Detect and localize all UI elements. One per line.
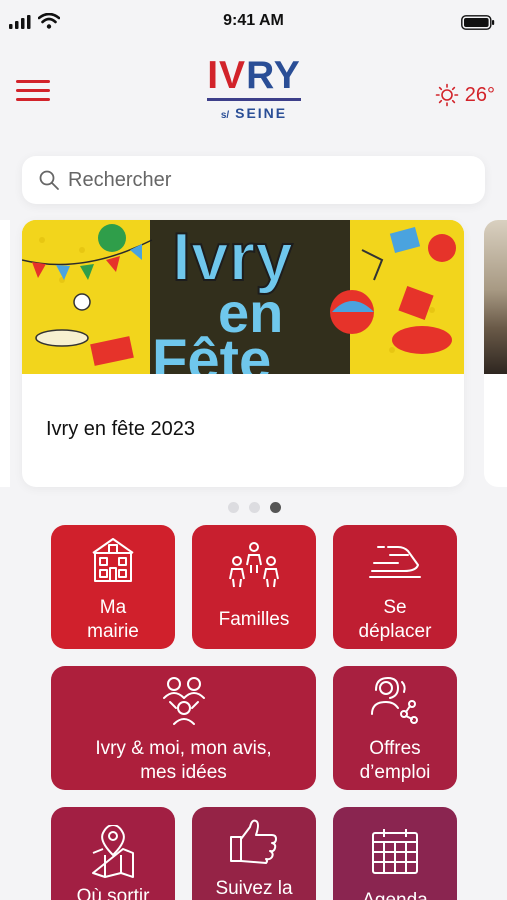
train-icon: [369, 546, 421, 578]
tile-label: Familles: [218, 609, 290, 630]
family-icon: [229, 542, 279, 588]
hamburger-menu-button[interactable]: [16, 80, 50, 106]
tile-label: Où sortir: [76, 886, 150, 900]
next-card-image: [484, 220, 507, 374]
tile-label: Offres d’emploi: [359, 738, 431, 783]
job-network-icon: [371, 676, 418, 724]
carousel-pagination: [228, 502, 281, 513]
previous-card-peek[interactable]: [0, 220, 10, 487]
search-icon: [39, 170, 59, 190]
poster-text-fete: Fête: [152, 328, 271, 374]
thumbs-up-icon: [230, 819, 277, 864]
tile-ma-mairie[interactable]: Ma mairie: [51, 525, 175, 649]
tile-ou-sortir[interactable]: Où sortir: [51, 807, 175, 900]
app-header: IVRY s/ SEINE 26°: [0, 50, 507, 140]
tile-label: Suivez la: [215, 878, 293, 899]
card-title: Ivry en fête 2023: [46, 418, 195, 440]
status-bar: 9:41 AM: [0, 0, 507, 44]
tile-offres-emploi[interactable]: Offres d’emploi: [333, 666, 457, 790]
town-hall-icon: [92, 538, 134, 582]
logo-divider: [207, 98, 301, 101]
map-pin-icon: [92, 825, 134, 878]
page-dot-1[interactable]: [228, 502, 239, 513]
tile-label: Agenda: [333, 889, 457, 900]
carousel-card[interactable]: Ivry en Fête Ivry en fête 2023: [22, 220, 464, 487]
page-dot-2[interactable]: [249, 502, 260, 513]
status-time: 9:41 AM: [223, 12, 284, 29]
hamburger-icon: [16, 80, 50, 83]
tile-familles[interactable]: Familles: [192, 525, 316, 649]
tile-ivry-et-moi[interactable]: Ivry & moi, mon avis, mes idées: [51, 666, 316, 790]
weather-widget[interactable]: 26°: [435, 83, 495, 107]
tile-label: Ivry & moi, mon avis, mes idées: [95, 738, 272, 783]
ivry-logo[interactable]: IVRY s/ SEINE: [207, 56, 301, 128]
tile-suivez-la[interactable]: Suivez la: [192, 807, 316, 900]
search-input[interactable]: [68, 168, 448, 192]
community-icon: [162, 677, 205, 725]
battery-icon: [461, 15, 495, 30]
logo-wordmark: IVRY: [207, 54, 301, 97]
tile-se-deplacer[interactable]: Se déplacer: [333, 525, 457, 649]
calendar-icon: [372, 829, 418, 874]
ivry-en-fete-poster: Ivry en Fête: [22, 220, 464, 374]
temperature: 26°: [464, 83, 495, 106]
logo-subtitle: s/ SEINE: [220, 105, 288, 121]
sun-icon: [435, 83, 459, 107]
tile-label: Se déplacer: [358, 597, 432, 642]
next-card-peek[interactable]: [484, 220, 507, 487]
card-image: Ivry en Fête: [22, 220, 464, 374]
search-bar[interactable]: [22, 156, 485, 204]
tile-label: Ma mairie: [87, 597, 139, 642]
tile-agenda[interactable]: Agenda: [333, 807, 457, 900]
page-dot-3-active[interactable]: [270, 502, 281, 513]
